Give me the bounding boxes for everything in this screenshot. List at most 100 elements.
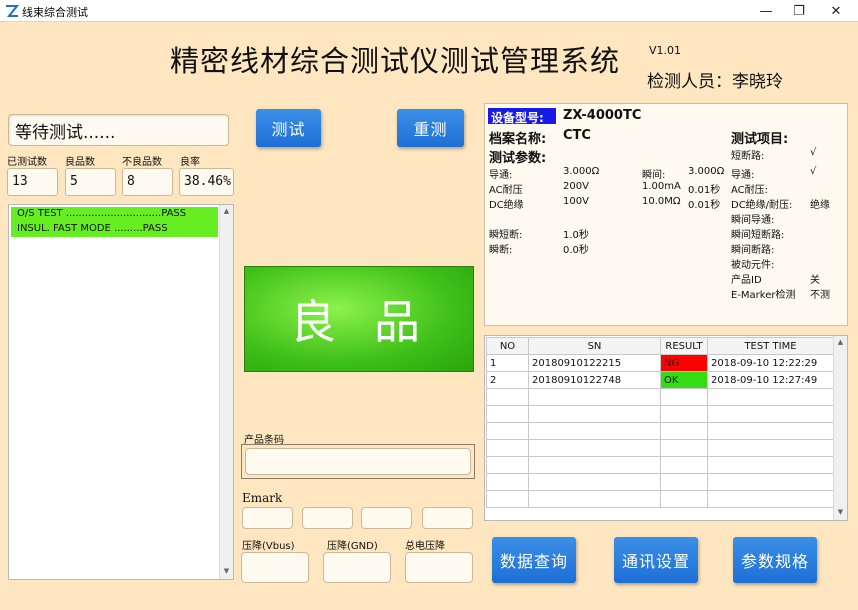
empty-row	[486, 405, 834, 423]
row-time: 2018-09-10 12:22:29	[707, 354, 834, 372]
row-result-ng: NG	[660, 354, 708, 372]
param-value: 0.0秒	[563, 245, 589, 256]
data-query-button[interactable]: 数据查询	[492, 537, 576, 583]
emark-field-3[interactable]	[361, 507, 412, 529]
row-no: 1	[486, 354, 529, 372]
scroll-up-icon[interactable]: ▲	[836, 338, 845, 348]
param-value: 3.000Ω	[688, 166, 725, 177]
emark-field-2[interactable]	[302, 507, 353, 529]
yield-value: 38.46%	[179, 168, 234, 196]
item-value: 关	[810, 275, 820, 286]
item-name: 产品ID	[731, 275, 762, 286]
scroll-down-icon[interactable]: ▼	[222, 567, 231, 577]
param-value: 1.0秒	[563, 230, 589, 241]
param-name: 导通:	[489, 170, 513, 181]
records-table: NO SN RESULT TEST TIME 1 20180910122215 …	[486, 337, 834, 508]
item-value: √	[810, 147, 817, 158]
param-name: 瞬断:	[489, 245, 513, 256]
log-scrollbar[interactable]: ▲ ▼	[219, 205, 233, 579]
total-drop-label: 总电压降	[405, 541, 445, 552]
param-value: 0.01秒	[688, 200, 721, 211]
param-value: 100V	[563, 196, 589, 207]
param-value: 200V	[563, 181, 589, 192]
item-name: E-Marker检测	[731, 290, 796, 301]
gnd-drop-label: 压降(GND)	[327, 541, 378, 552]
param-name: AC耐压	[489, 185, 523, 196]
window-title: 线束综合测试	[22, 6, 88, 19]
item-value: 绝缘	[810, 200, 830, 211]
scroll-up-icon[interactable]: ▲	[222, 207, 231, 217]
test-log[interactable]: O/S TEST ..............................P…	[8, 204, 234, 580]
column-header[interactable]: TEST TIME	[707, 337, 834, 355]
table-row[interactable]: 1 20180910122215 NG 2018-09-10 12:22:29	[486, 354, 834, 372]
emark-label: Emark	[242, 491, 283, 505]
param-value: 0.01秒	[688, 185, 721, 196]
empty-row	[486, 422, 834, 440]
title-bar: 线束综合测试 — ❐ ✕	[0, 0, 858, 22]
empty-row	[486, 388, 834, 406]
item-value: 不测	[810, 290, 830, 301]
vbus-drop-label: 压降(Vbus)	[242, 541, 295, 552]
param-name: 瞬短断:	[489, 230, 523, 241]
app-icon	[6, 5, 19, 17]
row-sn: 20180910122748	[528, 371, 661, 389]
records-grid[interactable]: NO SN RESULT TEST TIME 1 20180910122215 …	[484, 335, 848, 521]
yield-label: 良率	[180, 157, 200, 168]
empty-row	[486, 456, 834, 474]
column-header[interactable]: RESULT	[660, 337, 708, 355]
column-header[interactable]: NO	[486, 337, 529, 355]
empty-row	[486, 439, 834, 457]
version-label: V1.01	[649, 44, 682, 57]
comm-settings-button[interactable]: 通讯设置	[614, 537, 698, 583]
test-button[interactable]: 测试	[256, 109, 321, 147]
emark-field-4[interactable]	[422, 507, 473, 529]
grid-scrollbar[interactable]: ▲ ▼	[833, 336, 847, 520]
table-header-row: NO SN RESULT TEST TIME	[486, 337, 834, 355]
barcode-frame	[241, 444, 475, 479]
table-row[interactable]: 2 20180910122748 OK 2018-09-10 12:27:49	[486, 371, 834, 389]
empty-row	[486, 473, 834, 491]
row-no: 2	[486, 371, 529, 389]
tested-count-value: 13	[7, 168, 58, 196]
scroll-down-icon[interactable]: ▼	[836, 508, 845, 518]
retest-button[interactable]: 重测	[397, 109, 464, 147]
items-label: 测试项目:	[731, 132, 789, 147]
param-value: 10.0MΩ	[642, 196, 681, 207]
barcode-input[interactable]	[245, 448, 471, 475]
row-time: 2018-09-10 12:27:49	[707, 371, 834, 389]
item-name: 瞬间断路:	[731, 245, 775, 256]
bad-count-value: 8	[122, 168, 173, 196]
log-line: INSUL. FAST MODE .........PASS	[11, 222, 218, 237]
bad-count-label: 不良品数	[122, 157, 162, 168]
item-name: DC绝缘/耐压:	[731, 200, 793, 211]
device-info-panel: 设备型号: ZX-4000TC 档案名称: CTC 测试参数: 测试项目: 导通…	[484, 103, 848, 326]
result-indicator: 良品	[244, 266, 474, 372]
item-name: AC耐压:	[731, 185, 769, 196]
status-display: 等待测试......	[8, 114, 229, 146]
model-value: ZX-4000TC	[563, 108, 642, 123]
params-label: 测试参数:	[489, 151, 547, 166]
item-name: 短断路:	[731, 151, 765, 162]
item-name: 被动元件:	[731, 260, 775, 271]
file-value: CTC	[563, 128, 591, 143]
close-button[interactable]: ✕	[814, 0, 858, 22]
total-drop-field[interactable]	[405, 552, 473, 583]
column-header[interactable]: SN	[528, 337, 661, 355]
gnd-drop-field[interactable]	[323, 552, 391, 583]
emark-field-1[interactable]	[242, 507, 293, 529]
row-sn: 20180910122215	[528, 354, 661, 372]
param-value: 3.000Ω	[563, 166, 600, 177]
model-label: 设备型号:	[488, 108, 556, 125]
tested-count-label: 已测试数	[7, 157, 47, 168]
log-line: O/S TEST ..............................P…	[11, 207, 218, 222]
item-name: 导通:	[731, 170, 755, 181]
item-value: √	[810, 166, 817, 177]
inspector-label: 检测人员：李晓玲	[647, 72, 783, 92]
param-value: 1.00mA	[642, 181, 681, 192]
row-result-ok: OK	[660, 371, 708, 389]
vbus-drop-field[interactable]	[241, 552, 309, 583]
good-count-label: 良品数	[65, 157, 95, 168]
param-spec-button[interactable]: 参数规格	[733, 537, 817, 583]
item-name: 瞬间导通:	[731, 215, 775, 226]
empty-row	[486, 490, 834, 508]
